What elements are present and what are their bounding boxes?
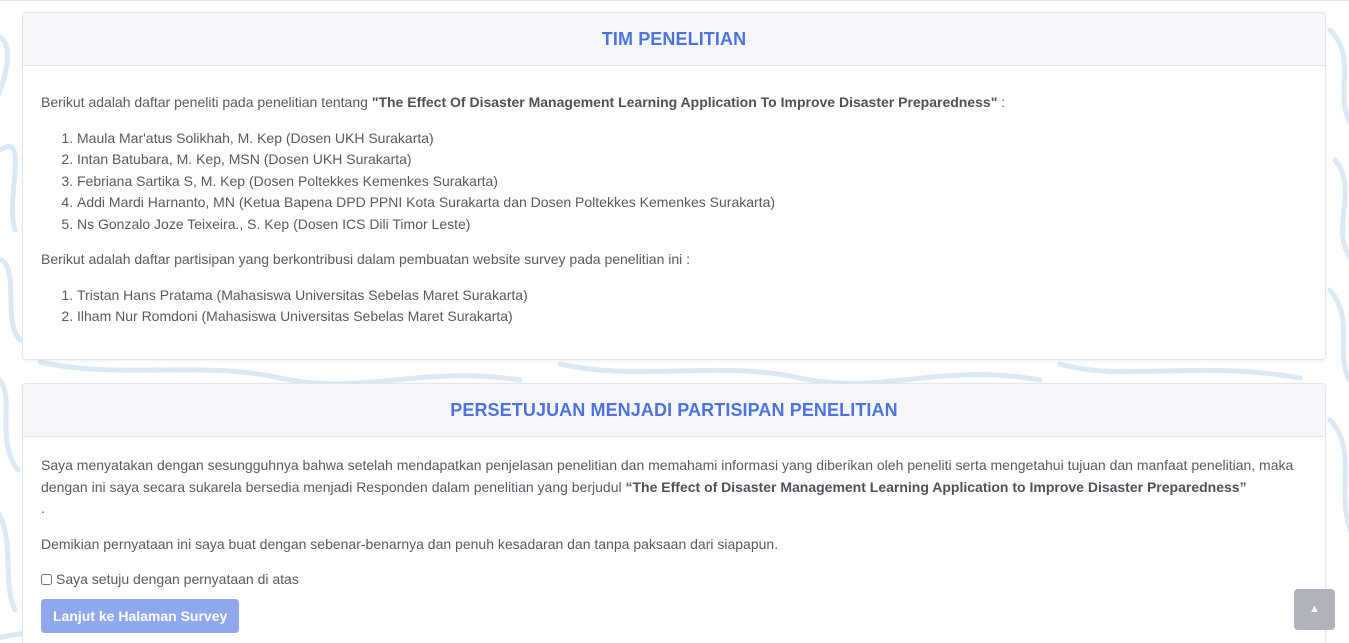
consent-statement-end: . <box>41 500 45 516</box>
researcher-item: Ns Gonzalo Joze Teixeira., S. Kep (Dosen… <box>77 214 1307 236</box>
researchers-intro-suffix: : <box>997 94 1006 110</box>
scroll-to-top-button[interactable]: ▲ <box>1294 589 1335 630</box>
agree-checkbox[interactable] <box>41 574 52 586</box>
top-divider <box>0 0 1349 1</box>
researchers-list: Maula Mar'atus Solikhah, M. Kep (Dosen U… <box>41 128 1307 236</box>
participant-item: Ilham Nur Romdoni (Mahasiswa Universitas… <box>77 306 1307 328</box>
researcher-item: Febriana Sartika S, M. Kep (Dosen Poltek… <box>77 171 1307 193</box>
consent-card-header: PERSETUJUAN MENJADI PARTISIPAN PENELITIA… <box>23 384 1325 437</box>
research-team-card: TIM PENELITIAN Berikut adalah daftar pen… <box>22 12 1326 360</box>
chevron-up-icon: ▲ <box>1309 603 1320 615</box>
researcher-item: Addi Mardi Harnanto, MN (Ketua Bapena DP… <box>77 192 1307 214</box>
consent-card: PERSETUJUAN MENJADI PARTISIPAN PENELITIA… <box>22 383 1326 643</box>
participant-item: Tristan Hans Pratama (Mahasiswa Universi… <box>77 285 1307 307</box>
consent-statement: Saya menyatakan dengan sesungguhnya bahw… <box>41 455 1307 520</box>
participants-list: Tristan Hans Pratama (Mahasiswa Universi… <box>41 285 1307 328</box>
research-team-card-header: TIM PENELITIAN <box>23 13 1325 66</box>
study-title: "The Effect Of Disaster Management Learn… <box>371 94 998 110</box>
researchers-intro: Berikut adalah daftar peneliti pada pene… <box>41 92 1307 114</box>
participants-intro: Berikut adalah daftar partisipan yang be… <box>41 251 691 267</box>
consent-card-body: Saya menyatakan dengan sesungguhnya bahw… <box>23 437 1325 633</box>
researcher-item: Intan Batubara, M. Kep, MSN (Dosen UKH S… <box>77 149 1307 171</box>
continue-to-survey-button[interactable]: Lanjut ke Halaman Survey <box>41 598 240 633</box>
agree-checkbox-label: Saya setuju dengan pernyataan di atas <box>56 571 299 587</box>
researchers-intro-text: Berikut adalah daftar peneliti pada pene… <box>41 94 372 110</box>
consent-title: PERSETUJUAN MENJADI PARTISIPAN PENELITIA… <box>450 399 898 420</box>
researcher-item: Maula Mar'atus Solikhah, M. Kep (Dosen U… <box>77 128 1307 150</box>
consent-study-title: “The Effect of Disaster Management Learn… <box>625 478 1247 495</box>
agree-checkbox-row[interactable]: Saya setuju dengan pernyataan di atas <box>41 569 1307 591</box>
research-team-title: TIM PENELITIAN <box>601 28 747 49</box>
consent-declaration: Demikian pernyataan ini saya buat dengan… <box>41 535 779 552</box>
research-team-card-body: Berikut adalah daftar peneliti pada pene… <box>23 66 1325 328</box>
